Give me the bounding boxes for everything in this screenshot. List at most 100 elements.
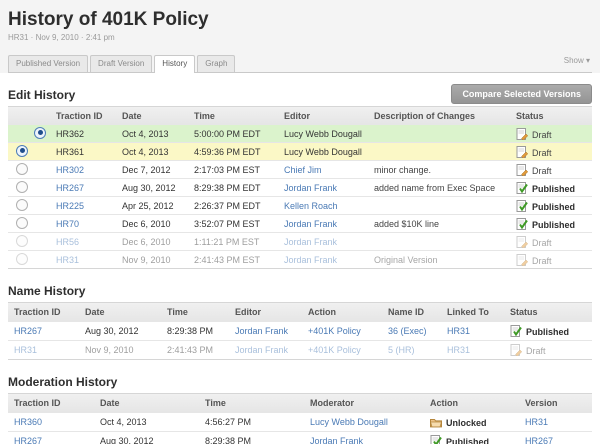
table-header-row: Traction IDDateTimeEditorActionName IDLi… (8, 303, 592, 322)
page-title: History of 401K Policy (8, 9, 592, 31)
traction-id[interactable]: HR267 (14, 436, 42, 444)
status-cell: Draft (510, 236, 592, 248)
date-value: Oct 4, 2013 (122, 129, 169, 139)
moderation-history-heading: Moderation History (8, 375, 592, 389)
edit-history-row: HR225Apr 25, 20122:26:37 PM EDTKellen Ro… (8, 197, 592, 215)
show-menu-label: Show (564, 56, 584, 65)
status-label: Published (532, 220, 575, 230)
traction-id[interactable]: HR70 (56, 219, 79, 229)
action-link[interactable]: +401K Policy (308, 345, 361, 355)
name-id-link[interactable]: 36 (Exec) (388, 326, 427, 336)
draft-icon (516, 236, 528, 248)
status-cell: Draft (504, 344, 592, 356)
time-value: 8:29:38 PM EDT (194, 183, 261, 193)
status-cell: Draft (510, 254, 592, 266)
editor-link: Lucy Webb Dougall (284, 147, 362, 157)
version-select-radio[interactable] (16, 163, 28, 175)
date-value: Nov 9, 2010 (122, 255, 171, 265)
time-value: 3:52:07 PM EST (194, 219, 260, 229)
version-select-radio[interactable] (16, 199, 28, 211)
column-header: Time (199, 398, 304, 408)
edit-history-row: HR56Dec 6, 20101:11:21 PM ESTJordan Fran… (8, 233, 592, 251)
column-header: Editor (278, 111, 368, 121)
table-header-row: Traction IDDateTimeEditorDescription of … (8, 107, 592, 125)
version-select-radio[interactable] (16, 145, 28, 157)
edit-history-section-head: Edit History Compare Selected Versions (8, 88, 592, 102)
version-select-radio[interactable] (16, 235, 28, 247)
linked-to-link[interactable]: HR31 (447, 345, 470, 355)
version-link[interactable]: HR267 (525, 436, 553, 444)
history-page: History of 401K Policy HR31 · Nov 9, 201… (0, 0, 600, 444)
linked-to-link[interactable]: HR31 (447, 326, 470, 336)
column-header: Version (519, 398, 592, 408)
traction-id[interactable]: HR267 (14, 326, 42, 336)
version-link[interactable]: HR31 (525, 417, 548, 427)
traction-id[interactable]: HR302 (56, 165, 84, 175)
status-label: Published (446, 437, 489, 444)
show-menu[interactable]: Show ▾ (564, 56, 590, 65)
column-header: Status (504, 307, 592, 317)
time-value: 5:00:00 PM EDT (194, 129, 261, 139)
version-select-radio[interactable] (16, 217, 28, 229)
date-value: Oct 4, 2013 (100, 417, 147, 427)
moderation-history-row: HR360Oct 4, 20134:56:27 PMLucy Webb Doug… (8, 413, 592, 432)
tab-draft-version[interactable]: Draft Version (90, 55, 152, 72)
edit-history-row: HR302 Dec 7, 2012 2:17:03 PM EST Chief Jim m… (8, 161, 592, 179)
status-cell: Draft (510, 146, 592, 158)
tab-published-version[interactable]: Published Version (8, 55, 88, 72)
draft-icon (516, 254, 528, 266)
traction-id[interactable]: HR267 (56, 183, 84, 193)
traction-id[interactable]: HR31 (14, 345, 37, 355)
date-value: Aug 30, 2012 (122, 183, 176, 193)
editor-link[interactable]: Jordan Frank (284, 255, 337, 265)
traction-id: HR361 (56, 147, 84, 157)
description-value: minor change. (368, 165, 510, 175)
action-link[interactable]: +401K Policy (308, 326, 361, 336)
column-header: Editor (229, 307, 302, 317)
version-select-radio[interactable] (34, 127, 46, 139)
moderator-link[interactable]: Jordan Frank (310, 436, 363, 444)
moderator-link[interactable]: Lucy Webb Dougall (310, 417, 388, 427)
date-value: Dec 7, 2012 (122, 165, 171, 175)
editor-link[interactable]: Jordan Frank (284, 183, 337, 193)
time-value: 8:29:38 PM (167, 326, 213, 336)
editor-link[interactable]: Jordan Frank (235, 326, 288, 336)
column-header: Time (188, 111, 278, 121)
name-history-row: HR31Nov 9, 20102:41:43 PMJordan Frank+40… (8, 341, 592, 359)
traction-id[interactable]: HR360 (14, 417, 42, 427)
column-header: Date (94, 398, 199, 408)
column-header: Name ID (382, 307, 441, 317)
compare-selected-versions-button[interactable]: Compare Selected Versions (451, 84, 592, 104)
time-value: 2:17:03 PM EST (194, 165, 260, 175)
editor-link[interactable]: Chief Jim (284, 165, 322, 175)
column-header: Action (424, 398, 519, 408)
editor-link[interactable]: Jordan Frank (284, 237, 337, 247)
draft-icon (510, 344, 522, 356)
version-select-radio[interactable] (16, 181, 28, 193)
published-icon (516, 218, 528, 230)
edit-history-row: HR361Oct 4, 20134:59:36 PM EDTLucy Webb … (8, 143, 592, 161)
status-cell: Draft (510, 164, 592, 176)
unlocked-icon (430, 416, 442, 428)
time-value: 2:41:43 PM (167, 345, 213, 355)
column-header: Moderator (304, 398, 424, 408)
editor-link[interactable]: Jordan Frank (284, 219, 337, 229)
tab-history[interactable]: History (154, 55, 195, 73)
edit-history-row: HR362Oct 4, 20135:00:00 PM EDTLucy Webb … (8, 125, 592, 143)
draft-icon (516, 146, 528, 158)
column-header: Status (510, 111, 592, 121)
date-value: Dec 6, 2010 (122, 219, 171, 229)
traction-id: HR362 (56, 129, 84, 139)
version-select-radio[interactable] (16, 253, 28, 265)
status-label: Unlocked (446, 418, 487, 428)
traction-id[interactable]: HR225 (56, 201, 84, 211)
date-value: Aug 30, 2012 (100, 436, 154, 444)
name-id-link[interactable]: 5 (HR) (388, 345, 415, 355)
status-cell: Published (510, 182, 592, 194)
traction-id[interactable]: HR31 (56, 255, 79, 265)
column-header: Action (302, 307, 382, 317)
editor-link[interactable]: Jordan Frank (235, 345, 288, 355)
traction-id[interactable]: HR56 (56, 237, 79, 247)
tab-graph[interactable]: Graph (197, 55, 235, 72)
editor-link[interactable]: Kellen Roach (284, 201, 338, 211)
